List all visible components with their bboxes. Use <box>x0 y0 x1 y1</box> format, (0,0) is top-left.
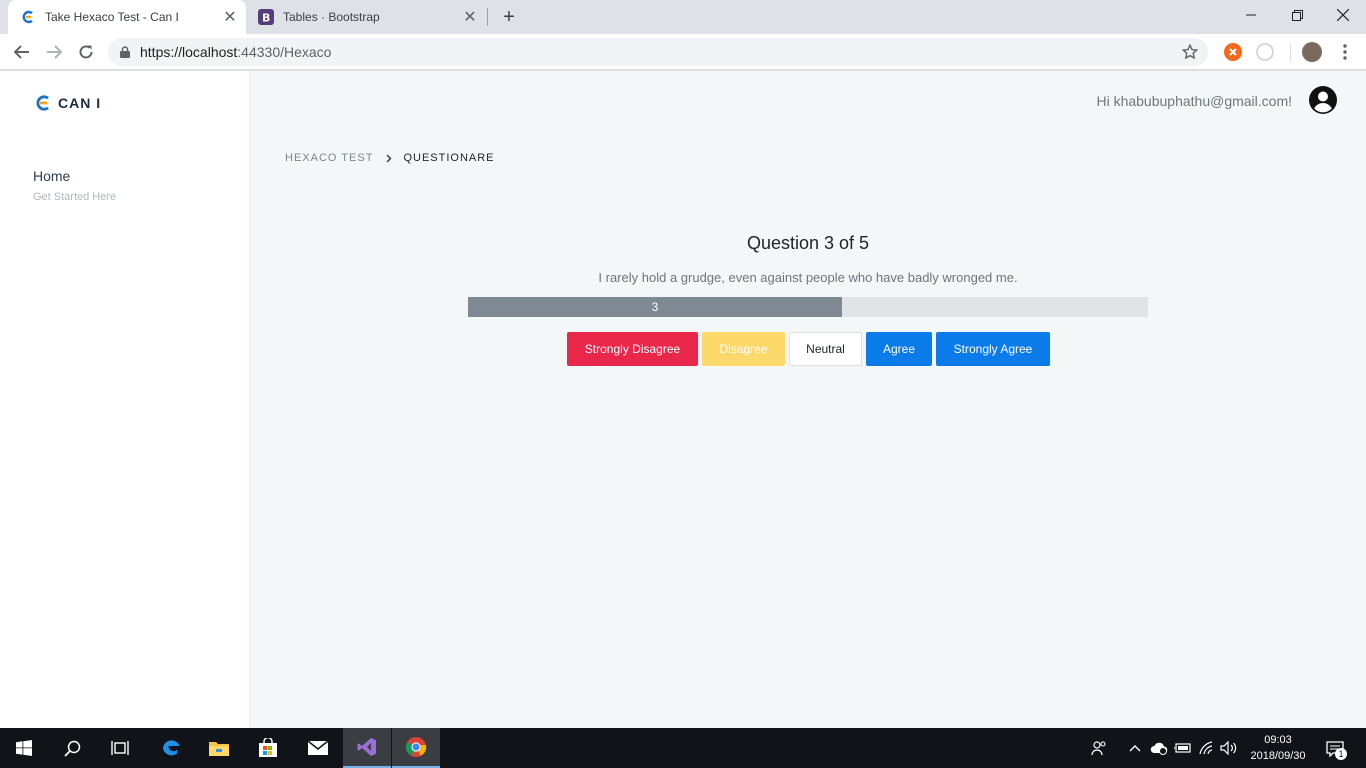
tab-title: Take Hexaco Test - Can I <box>45 10 179 24</box>
tab-take-hexaco-test[interactable]: Take Hexaco Test - Can I ✕ <box>8 0 246 34</box>
forward-arrow-icon <box>47 45 62 59</box>
sidebar-item-home[interactable]: Home <box>33 168 70 184</box>
back-arrow-icon <box>14 45 29 59</box>
onedrive-sync-icon[interactable] <box>1150 740 1168 756</box>
task-view-button[interactable] <box>96 728 144 768</box>
neutral-button[interactable]: Neutral <box>789 332 862 366</box>
chrome-button[interactable] <box>392 728 440 768</box>
question-progress: 3 <box>468 297 1148 317</box>
visual-studio-button[interactable] <box>343 728 391 768</box>
question-title: Question 3 of 5 <box>746 233 870 253</box>
question-text: I rarely hold a grudge, even against peo… <box>598 270 1018 285</box>
tab-title: Tables · Bootstrap <box>283 10 380 24</box>
visual-studio-icon <box>357 738 376 756</box>
agree-button[interactable]: Agree <box>866 332 932 366</box>
chevron-up-icon[interactable] <box>1126 740 1144 756</box>
tab-tables-bootstrap[interactable]: B Tables · Bootstrap ✕ <box>248 0 486 34</box>
sidebar: CAN I Home Get Started Here <box>0 71 250 728</box>
page-content: CAN I Home Get Started Here Hi khabubuph… <box>0 71 1366 728</box>
url-path: :44330/Hexaco <box>237 44 332 60</box>
bookmark-star-icon[interactable] <box>1180 42 1200 62</box>
tab-separator <box>487 8 488 26</box>
edge-icon <box>162 740 180 756</box>
restore-window-button[interactable] <box>1274 0 1320 30</box>
clock-date: 2018/09/30 <box>1250 750 1306 762</box>
people-icon[interactable] <box>1090 740 1108 756</box>
browser-toolbar: https://localhost:44330/Hexaco <box>0 34 1366 70</box>
user-account-icon[interactable] <box>1308 85 1338 115</box>
mail-icon <box>307 740 329 755</box>
wifi-icon[interactable] <box>1198 740 1216 756</box>
volume-icon[interactable] <box>1220 740 1238 756</box>
sidebar-item-home-subtitle: Get Started Here <box>33 191 117 203</box>
restore-icon <box>1291 9 1303 21</box>
action-center-button[interactable]: 1 <box>1324 739 1347 760</box>
url-host: https://localhost <box>140 44 238 60</box>
folder-icon <box>209 742 229 756</box>
windows-taskbar: 09:03 2018/09/30 1 <box>0 728 1366 768</box>
file-explorer-button[interactable] <box>195 728 243 768</box>
brand-name: CAN I <box>58 95 102 111</box>
close-tab-icon[interactable]: ✕ <box>460 7 480 27</box>
start-button[interactable] <box>0 728 48 768</box>
search-button[interactable] <box>48 728 96 768</box>
reload-button[interactable] <box>74 40 98 64</box>
close-tab-icon[interactable]: ✕ <box>220 7 240 27</box>
bootstrap-icon: B <box>258 9 274 25</box>
back-button[interactable] <box>10 40 34 64</box>
breadcrumb-questionare: QUESTIONARE <box>403 152 495 164</box>
extension-target-icon[interactable] <box>1256 43 1274 61</box>
close-icon <box>1337 9 1349 21</box>
chrome-icon <box>405 737 427 757</box>
search-icon <box>63 740 80 757</box>
svg-text:B: B <box>262 12 270 25</box>
extension-icon[interactable] <box>1224 43 1242 61</box>
windows-logo-icon <box>16 740 32 756</box>
task-view-icon <box>111 741 129 755</box>
forward-button[interactable] <box>42 40 66 64</box>
strongly-disagree-button[interactable]: Strongly Disagree <box>567 332 698 366</box>
close-window-button[interactable] <box>1320 0 1366 30</box>
mail-button[interactable] <box>294 728 342 768</box>
browser-tab-strip: Take Hexaco Test - Can I ✕ B Tables · Bo… <box>0 0 1366 34</box>
toolbar-separator <box>1290 44 1291 62</box>
store-button[interactable] <box>244 728 292 768</box>
chrome-menu-button[interactable] <box>1333 40 1357 64</box>
progress-bar-fill: 3 <box>468 297 842 317</box>
disagree-button[interactable]: Disagree <box>702 332 785 366</box>
chevron-right-icon <box>386 154 392 163</box>
strongly-agree-button[interactable]: Strongly Agree <box>936 332 1050 366</box>
address-bar[interactable]: https://localhost:44330/Hexaco <box>108 38 1208 66</box>
profile-avatar[interactable] <box>1302 42 1322 62</box>
clock-time: 09:03 <box>1264 734 1292 746</box>
reload-icon <box>79 45 93 59</box>
battery-icon[interactable] <box>1174 740 1192 756</box>
minimize-window-button[interactable] <box>1228 0 1274 30</box>
system-clock[interactable]: 09:03 2018/09/30 <box>1244 732 1312 764</box>
breadcrumb-hexaco-test[interactable]: HEXACO TEST <box>285 152 373 164</box>
user-greeting: Hi khabubuphathu@gmail.com! <box>1096 93 1292 109</box>
cani-logo-icon <box>20 9 36 25</box>
more-vertical-icon <box>1343 44 1347 60</box>
brand-logo[interactable]: CAN I <box>34 95 101 111</box>
edge-browser-button[interactable] <box>147 728 195 768</box>
cani-logo-icon <box>34 95 52 111</box>
store-bag-icon <box>259 738 277 757</box>
minimize-icon <box>1246 14 1256 16</box>
notification-count-badge: 1 <box>1335 748 1347 760</box>
answer-buttons: Strongly Disagree Disagree Neutral Agree… <box>567 332 1050 366</box>
lock-icon <box>120 46 130 58</box>
breadcrumb: HEXACO TEST QUESTIONARE <box>285 152 495 164</box>
new-tab-button[interactable]: + <box>498 6 520 28</box>
